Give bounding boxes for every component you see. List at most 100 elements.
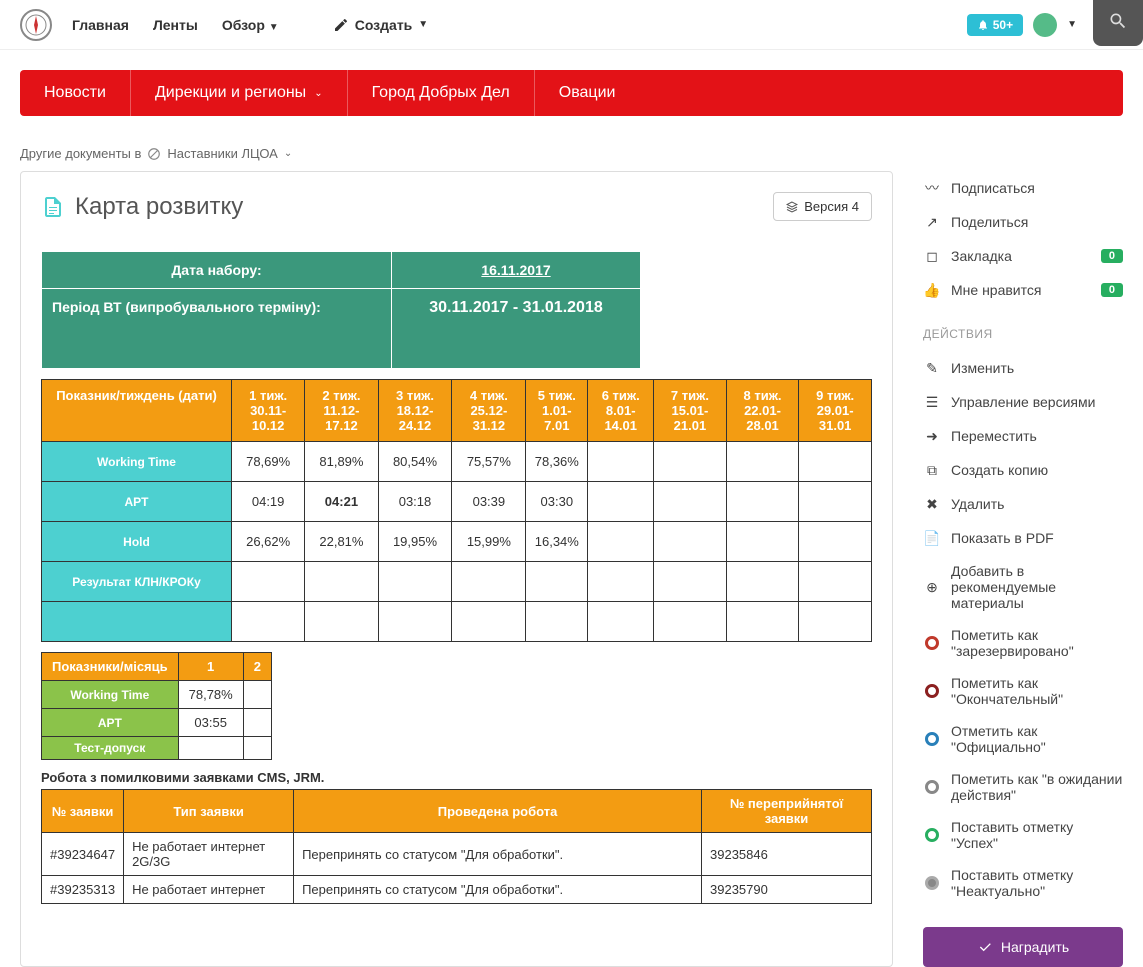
week-cell [726,442,799,482]
like-action[interactable]: 👍Мне нравится0 [923,273,1123,307]
week-cell: 04:21 [305,482,378,522]
week-cell [799,562,872,602]
month-cell [243,737,271,760]
week-header-col: 5 тиж.1.01-7.01 [526,380,588,442]
delete-action[interactable]: ✖Удалить [923,487,1123,521]
month-table: Показники/місяць12 Working Time78,78%APT… [41,652,272,760]
week-cell: 81,89% [305,442,378,482]
main-content: Карта розвитку Версия 4 Дата набору: 16.… [20,171,893,967]
week-cell [654,602,727,642]
week-cell: 16,34% [526,522,588,562]
chevron-down-icon: ▼ [1067,19,1077,30]
nav-news[interactable]: Новости [20,70,131,116]
req-cell: #39234647 [42,833,124,876]
month-header-metric: Показники/місяць [42,653,179,681]
week-cell [452,562,526,602]
week-header-metric: Показник/тиждень (дати) [42,380,232,442]
logo[interactable] [20,9,52,41]
week-cell: 78,36% [526,442,588,482]
chevron-down-icon: ⌄ [284,148,292,159]
circle-icon [923,826,941,844]
week-cell [232,562,305,602]
nav-ovations[interactable]: Овации [535,70,640,116]
mark-pending-action[interactable]: Пометить как "в ожидании действия" [923,763,1123,811]
week-header-col: 4 тиж.25.12-31.12 [452,380,526,442]
mark-irrelevant-action[interactable]: Поставить отметку "Неактуально" [923,859,1123,907]
month-cell [178,737,243,760]
week-cell [654,522,727,562]
week-cell [799,442,872,482]
create-button[interactable]: Создать ▼ [333,17,428,33]
req-header: № переприйнятої заявки [702,790,872,833]
pdf-action[interactable]: 📄Показать в PDF [923,521,1123,555]
month-cell [243,709,271,737]
chevron-down-icon: ▼ [269,22,279,33]
week-row-label [42,602,232,642]
layers-icon [786,201,798,213]
week-row-label: Результат КЛН/КРОКу [42,562,232,602]
week-header-col: 2 тиж.11.12-17.12 [305,380,378,442]
circle-slash-icon [147,147,161,161]
mark-final-action[interactable]: Пометить как "Окончательный" [923,667,1123,715]
circle-icon [923,874,941,892]
copy-icon: ⧉ [923,461,941,479]
move-action[interactable]: ➜Переместить [923,419,1123,453]
nav-city[interactable]: Город Добрых Дел [348,70,535,116]
month-row-label: Working Time [42,681,179,709]
user-avatar[interactable] [1033,13,1057,37]
plus-icon: ⊕ [923,578,941,596]
week-cell [232,602,305,642]
circle-icon [923,730,941,748]
week-cell: 80,54% [378,442,452,482]
section-note: Робота з помилковими заявками CMS, JRM. [41,770,872,785]
week-cell [526,562,588,602]
nav-directions[interactable]: Дирекции и регионы ⌄ [131,70,348,116]
req-cell: Не работает интернет 2G/3G [124,833,294,876]
bookmark-action[interactable]: ◻Закладка0 [923,239,1123,273]
award-button[interactable]: Наградить [923,927,1123,967]
month-cell: 78,78% [178,681,243,709]
week-cell [799,522,872,562]
week-cell [799,482,872,522]
week-cell [588,482,654,522]
recommend-action[interactable]: ⊕Добавить в рекомендуемые материалы [923,555,1123,619]
mark-reserved-action[interactable]: Пометить как "зарезервировано" [923,619,1123,667]
week-row-label: APT [42,482,232,522]
mark-official-action[interactable]: Отметить как "Официально" [923,715,1123,763]
date-set-value: 16.11.2017 [392,252,641,289]
nav-home[interactable]: Главная [72,17,129,33]
date-set-label: Дата набору: [42,252,392,289]
week-header-col: 9 тиж.29.01-31.01 [799,380,872,442]
share-action[interactable]: ↗Поделиться [923,205,1123,239]
mark-success-action[interactable]: Поставить отметку "Успех" [923,811,1123,859]
circle-icon [923,778,941,796]
week-cell: 15,99% [452,522,526,562]
week-header-col: 8 тиж.22.01-28.01 [726,380,799,442]
search-button[interactable] [1093,0,1143,46]
move-icon: ➜ [923,427,941,445]
topbar: Главная Ленты Обзор ▼ Создать ▼ 50+ ▼ [0,0,1143,50]
req-cell: Перепринять со статусом "Для обработки". [294,876,702,904]
copy-action[interactable]: ⧉Создать копию [923,453,1123,487]
document-icon [41,195,65,219]
version-button[interactable]: Версия 4 [773,192,872,221]
req-cell: 39235846 [702,833,872,876]
week-cell [654,562,727,602]
delete-icon: ✖ [923,495,941,513]
week-header-col: 6 тиж.8.01-14.01 [588,380,654,442]
actions-title: ДЕЙСТВИЯ [923,327,1123,341]
search-icon [1108,11,1128,31]
req-cell: 39235790 [702,876,872,904]
week-cell: 03:39 [452,482,526,522]
edit-icon: ✎ [923,359,941,377]
week-cell [726,602,799,642]
week-cell: 22,81% [305,522,378,562]
versions-action[interactable]: ☰Управление версиями [923,385,1123,419]
nav-feeds[interactable]: Ленты [153,17,198,33]
edit-action[interactable]: ✎Изменить [923,351,1123,385]
breadcrumb-location[interactable]: Наставники ЛЦОА [167,146,277,161]
nav-overview[interactable]: Обзор ▼ [222,17,279,33]
layers-icon: ☰ [923,393,941,411]
subscribe-action[interactable]: 〰Подписаться [923,171,1123,205]
notifications-button[interactable]: 50+ [967,14,1023,36]
